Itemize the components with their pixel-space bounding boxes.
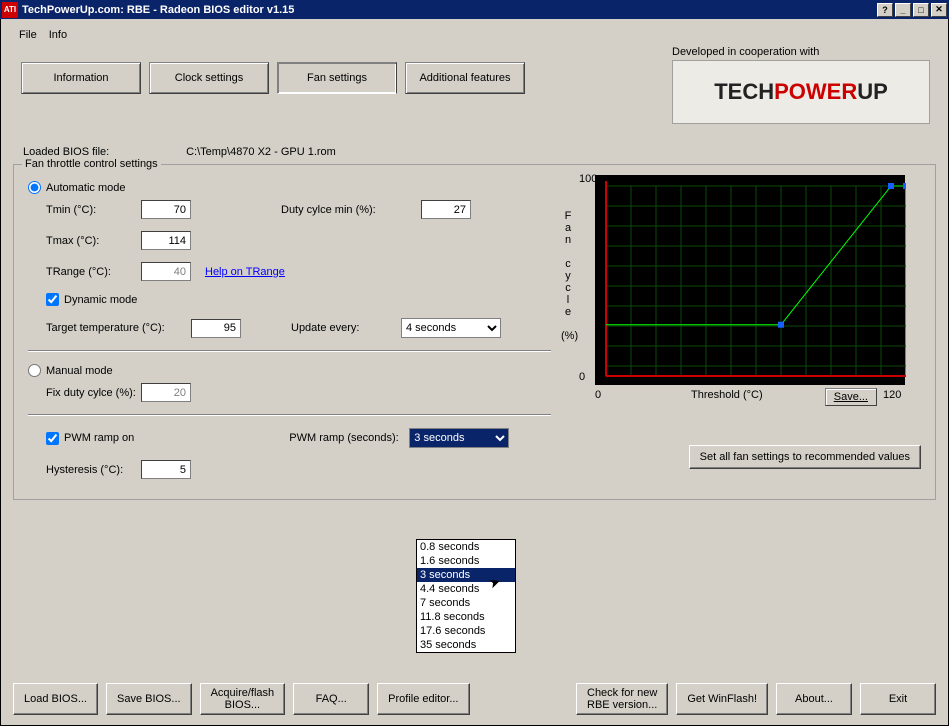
tab-clock-settings[interactable]: Clock settings [149,62,269,94]
bottom-button-bar: Load BIOS... Save BIOS... Acquire/flash … [13,683,936,715]
menu-info[interactable]: Info [49,29,67,44]
title-bar: ATI TechPowerUp.com: RBE - Radeon BIOS e… [0,0,949,19]
loaded-bios-path: C:\Temp\4870 X2 - GPU 1.rom [186,146,336,158]
chart-canvas [595,175,905,385]
dynamic-mode-label: Dynamic mode [64,294,137,306]
check-version-button[interactable]: Check for new RBE version... [576,683,668,715]
pwm-ramp-option[interactable]: 11.8 seconds [417,610,515,624]
cooperation-label: Developed in cooperation with [672,46,819,58]
pwm-ramp-dropdown-list[interactable]: 0.8 seconds1.6 seconds3 seconds4.4 secon… [416,539,516,653]
update-every-label: Update every: [291,322,401,334]
tab-bar: Information Clock settings Fan settings … [21,62,533,94]
pwm-ramp-on-label: PWM ramp on [64,432,134,444]
load-bios-button[interactable]: Load BIOS... [13,683,98,715]
tmax-label: Tmax (°C): [46,235,141,247]
tab-additional-features[interactable]: Additional features [405,62,525,94]
automatic-mode-radio[interactable] [28,181,41,194]
tmax-input[interactable] [141,231,191,250]
dynamic-mode-checkbox[interactable] [46,293,59,306]
pwm-ramp-on-checkbox[interactable] [46,432,59,445]
menu-bar: File Info [13,27,936,46]
group-title: Fan throttle control settings [22,158,161,170]
get-winflash-button[interactable]: Get WinFlash! [676,683,768,715]
about-button[interactable]: About... [776,683,852,715]
duty-min-label: Duty cylce min (%): [281,204,421,216]
pwm-ramp-label: PWM ramp (seconds): [289,432,409,444]
update-every-select[interactable]: 4 seconds [401,318,501,338]
pwm-ramp-option[interactable]: 7 seconds [417,596,515,610]
window-title: TechPowerUp.com: RBE - Radeon BIOS edito… [22,4,877,16]
loaded-bios-row: Loaded BIOS file: C:\Temp\4870 X2 - GPU … [23,146,936,158]
manual-mode-label: Manual mode [46,365,113,377]
tab-fan-settings[interactable]: Fan settings [277,62,397,94]
tab-information[interactable]: Information [21,62,141,94]
trange-help-link[interactable]: Help on TRange [205,266,285,278]
fan-throttle-group: Fan throttle control settings Automatic … [13,164,936,500]
target-temp-input[interactable] [191,319,241,338]
automatic-mode-label: Automatic mode [46,182,125,194]
faq-button[interactable]: FAQ... [293,683,369,715]
fix-duty-input [141,383,191,402]
chart-x-axis-label: Threshold (°C) [691,389,763,401]
exit-button[interactable]: Exit [860,683,936,715]
loaded-bios-label: Loaded BIOS file: [23,146,183,158]
tmin-label: Tmin (°C): [46,204,141,216]
chart-y-axis-label: F a n c y c l e (%) [561,210,575,342]
pwm-ramp-option[interactable]: 1.6 seconds [417,554,515,568]
fan-curve-chart: F a n c y c l e (%) 100 0 0 Threshold (°… [561,175,921,385]
recommended-values-button[interactable]: Set all fan settings to recommended valu… [689,445,921,469]
profile-editor-button[interactable]: Profile editor... [377,683,469,715]
chart-xtick-0: 0 [595,389,601,401]
app-icon: ATI [2,2,18,18]
duty-min-input[interactable] [421,200,471,219]
chart-xtick-120: 120 [883,389,901,401]
hysteresis-label: Hysteresis (°C): [46,464,141,476]
techpowerup-logo: TECHPOWERUP [672,60,930,124]
pwm-ramp-option[interactable]: 0.8 seconds [417,540,515,554]
help-button[interactable]: ? [877,3,893,17]
acquire-flash-button[interactable]: Acquire/flash BIOS... [200,683,286,715]
cooperation-box: Developed in cooperation with TECHPOWERU… [672,46,930,124]
chart-ytick-0: 0 [579,371,585,383]
close-button[interactable]: ✕ [931,3,947,17]
pwm-ramp-option[interactable]: 35 seconds [417,638,515,652]
trange-input [141,262,191,281]
hysteresis-input[interactable] [141,460,191,479]
trange-label: TRange (°C): [46,266,141,278]
tmin-input[interactable] [141,200,191,219]
manual-mode-radio[interactable] [28,364,41,377]
pwm-ramp-option[interactable]: 17.6 seconds [417,624,515,638]
target-temp-label: Target temperature (°C): [46,322,191,334]
chart-save-button[interactable]: Save... [825,388,877,406]
menu-file[interactable]: File [19,29,37,44]
save-bios-button[interactable]: Save BIOS... [106,683,192,715]
fix-duty-label: Fix duty cylce (%): [46,387,141,399]
pwm-ramp-select[interactable]: 3 seconds [409,428,509,448]
minimize-button[interactable]: _ [895,3,911,17]
maximize-button[interactable]: □ [913,3,929,17]
